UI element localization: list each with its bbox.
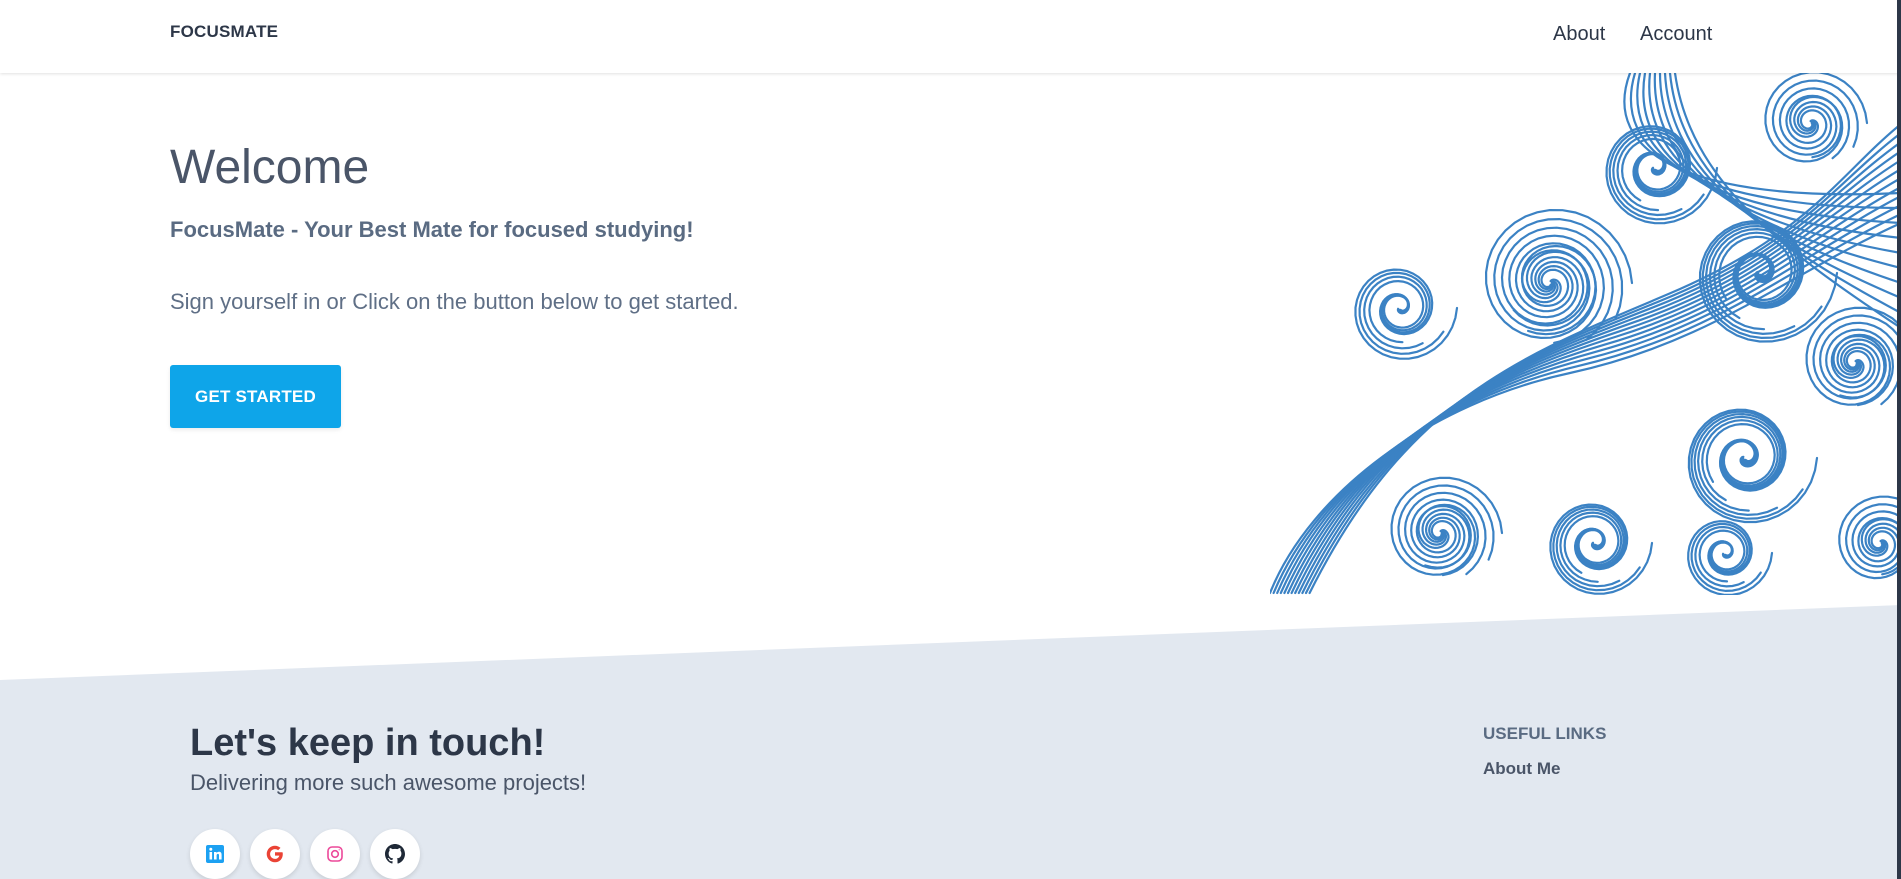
useful-links-heading: USEFUL LINKS (1483, 724, 1607, 743)
nav-link-about[interactable]: About (1553, 23, 1605, 46)
google-icon (266, 845, 283, 863)
scrollbar[interactable] (1897, 0, 1901, 879)
brand-logo[interactable]: FOCUSMATE (170, 22, 278, 42)
linkedin-button[interactable] (190, 829, 240, 879)
page: FOCUSMATE About Account Welcome FocusMat… (0, 0, 1901, 879)
viewport: FOCUSMATE About Account Welcome FocusMat… (0, 0, 1901, 879)
github-button[interactable] (370, 829, 420, 879)
github-icon (385, 844, 405, 864)
footer-link-about-me[interactable]: About Me (1483, 759, 1560, 779)
linkedin-icon (206, 845, 224, 863)
footer-subtitle: Delivering more such awesome projects! (190, 770, 587, 795)
instagram-button[interactable] (310, 829, 360, 879)
navbar: FOCUSMATE About Account (0, 0, 1901, 73)
google-button[interactable] (250, 829, 300, 879)
footer-title: Let's keep in touch! (190, 722, 546, 764)
instagram-icon (327, 846, 343, 862)
nav-link-account[interactable]: Account (1640, 23, 1712, 46)
